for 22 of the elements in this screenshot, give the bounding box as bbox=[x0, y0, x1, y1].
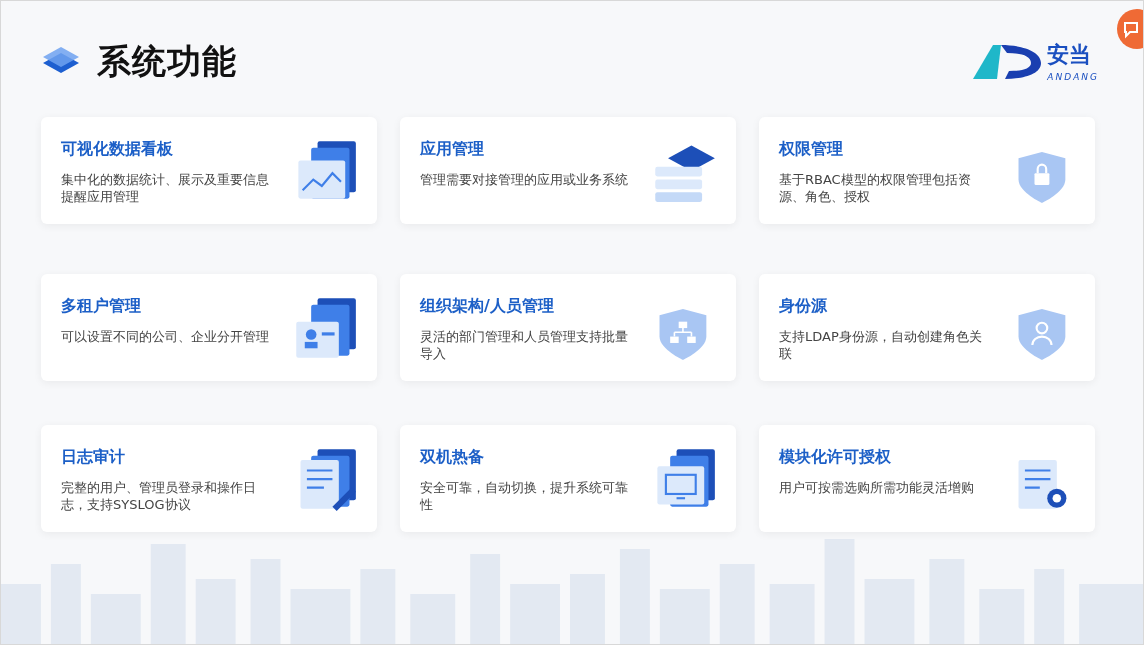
chat-icon bbox=[1123, 20, 1141, 39]
feature-title: 日志审计 bbox=[61, 446, 126, 468]
feature-description: 集中化的数据统计、展示及重要信息提醒应用管理 bbox=[61, 171, 270, 205]
feature-description: 灵活的部门管理和人员管理支持批量导入 bbox=[420, 328, 629, 362]
feature-title: 多租户管理 bbox=[61, 295, 142, 317]
feature-title: 应用管理 bbox=[420, 138, 485, 160]
feature-title: 组织架构/人员管理 bbox=[420, 295, 555, 317]
feature-title: 双机热备 bbox=[420, 446, 485, 468]
feature-description: 用户可按需选购所需功能灵活增购 bbox=[779, 479, 975, 496]
logo-subtitle: ANDANG bbox=[1047, 70, 1099, 84]
feature-description: 管理需要对接管理的应用或业务系统 bbox=[420, 171, 629, 188]
feature-description: 安全可靠，自动切换，提升系统可靠性 bbox=[420, 479, 629, 513]
slide-title: 系统功能 bbox=[97, 39, 237, 83]
feature-description: 基于RBAC模型的权限管理包括资源、角色、授权 bbox=[779, 171, 972, 205]
feature-description: 可以设置不同的公司、企业分开管理 bbox=[61, 328, 270, 345]
feature-title: 可视化数据看板 bbox=[61, 138, 174, 160]
feature-title: 身份源 bbox=[779, 295, 828, 317]
logo-text: 安当 bbox=[1047, 40, 1093, 69]
feature-description: 支持LDAP身份源，自动创建角色关联 bbox=[779, 328, 983, 362]
feature-description: 完整的用户、管理员登录和操作日志，支持SYSLOG协议 bbox=[61, 479, 257, 513]
feature-title: 模块化许可授权 bbox=[779, 446, 892, 468]
feature-title: 权限管理 bbox=[779, 138, 844, 160]
